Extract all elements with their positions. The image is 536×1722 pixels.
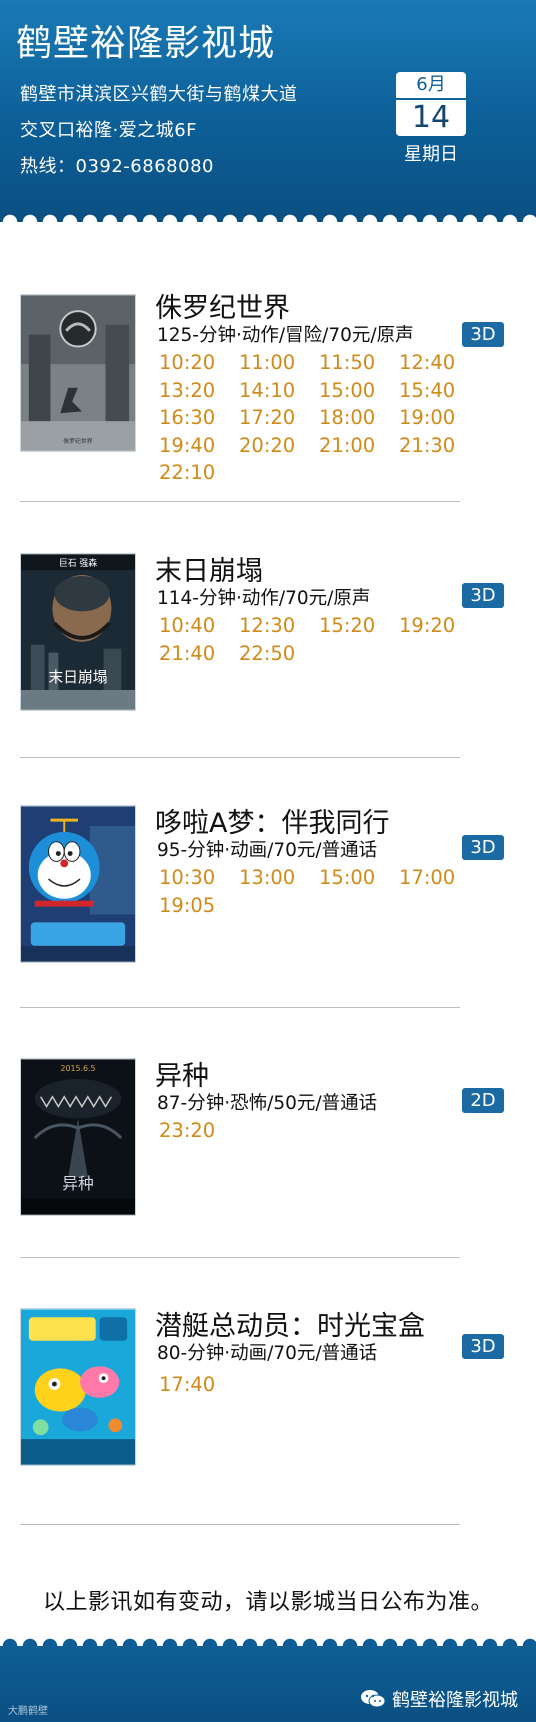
- showtime[interactable]: 11:50: [319, 351, 399, 375]
- header: 鹤壁裕隆影视城 鹤壁市淇滨区兴鹤大街与鹤煤大道 交叉口裕隆·爱之城6F 热线：0…: [0, 0, 536, 222]
- format-badge: 3D: [462, 583, 504, 608]
- movie-title: 哆啦A梦：伴我同行: [155, 808, 390, 839]
- divider: [20, 501, 460, 502]
- showtime[interactable]: 18:00: [319, 406, 399, 430]
- dinosaur-poster-icon: 侏罗纪世界: [20, 294, 136, 452]
- showtime[interactable]: 10:30: [159, 866, 239, 890]
- doraemon-poster-icon: [20, 805, 136, 963]
- showtime[interactable]: 14:10: [239, 379, 319, 403]
- showtime[interactable]: 11:00: [239, 351, 319, 375]
- showtime[interactable]: 10:40: [159, 614, 239, 638]
- showtimes: 10:40 12:30 15:20 19:20 21:40 22:50: [159, 614, 479, 666]
- movie-info: 80-分钟·动画/70元/普通话: [157, 1343, 378, 1364]
- hotline: 热线：0392-6868080: [20, 156, 214, 177]
- divider: [20, 1257, 460, 1258]
- showtime[interactable]: 15:00: [319, 379, 399, 403]
- svg-text:巨石 强森: 巨石 强森: [59, 557, 97, 569]
- showtime[interactable]: 21:00: [319, 434, 399, 458]
- showtime[interactable]: 19:20: [399, 614, 479, 638]
- showtime[interactable]: 13:00: [239, 866, 319, 890]
- movie-title: 潜艇总动员：时光宝盒: [155, 1311, 425, 1342]
- showtime[interactable]: 22:50: [239, 642, 319, 666]
- showtime[interactable]: 19:00: [399, 406, 479, 430]
- movie-info: 87-分钟·恐怖/50元/普通话: [157, 1093, 378, 1114]
- svg-text:2015.6.5: 2015.6.5: [60, 1064, 95, 1073]
- disaster-poster-icon: 巨石 强森 末日崩塌: [20, 553, 136, 711]
- showtime[interactable]: 15:00: [319, 866, 399, 890]
- showtime[interactable]: 21:40: [159, 642, 239, 666]
- movie-title: 末日崩塌: [155, 556, 263, 587]
- showtime[interactable]: 16:30: [159, 406, 239, 430]
- showtime[interactable]: 13:20: [159, 379, 239, 403]
- showtime[interactable]: 15:20: [319, 614, 399, 638]
- movie-title: 异种: [155, 1061, 209, 1092]
- showtime[interactable]: 19:40: [159, 434, 239, 458]
- svg-text:异种: 异种: [62, 1174, 93, 1193]
- showtime[interactable]: 17:40: [159, 1373, 239, 1397]
- date-weekday: 星期日: [404, 144, 458, 165]
- svg-text:侏罗纪世界: 侏罗纪世界: [63, 437, 93, 445]
- showtime[interactable]: 23:20: [159, 1119, 239, 1143]
- movie-info: 125-分钟·动作/冒险/70元/原声: [157, 325, 414, 346]
- showtimes: 10:20 11:00 11:50 12:40 13:20 14:10 15:0…: [159, 351, 479, 485]
- movie-title: 侏罗纪世界: [155, 293, 290, 324]
- address-line-1: 鹤壁市淇滨区兴鹤大街与鹤煤大道: [20, 84, 298, 105]
- showtime[interactable]: 19:05: [159, 894, 239, 918]
- schedule-page: 鹤壁裕隆影视城 鹤壁市淇滨区兴鹤大街与鹤煤大道 交叉口裕隆·爱之城6F 热线：0…: [0, 0, 536, 1722]
- cinema-title: 鹤壁裕隆影视城: [16, 23, 276, 64]
- showtime[interactable]: 12:40: [399, 351, 479, 375]
- showtime[interactable]: 21:30: [399, 434, 479, 458]
- showtime[interactable]: 15:40: [399, 379, 479, 403]
- showtime[interactable]: 17:00: [399, 866, 479, 890]
- movie-info: 114-分钟·动作/70元/原声: [157, 588, 371, 609]
- footer: 鹤壁裕隆影视城 大鹏鹤壁: [0, 1646, 536, 1722]
- format-badge: 3D: [462, 1334, 504, 1359]
- format-badge: 3D: [462, 322, 504, 347]
- footer-brand-label: 鹤壁裕隆影视城: [392, 1690, 518, 1711]
- date-day: 14: [396, 100, 466, 136]
- svg-text:末日崩塌: 末日崩塌: [49, 669, 108, 686]
- divider: [20, 757, 460, 758]
- format-badge: 2D: [462, 1088, 504, 1113]
- horror-poster-icon: 2015.6.5 异种: [20, 1058, 136, 1216]
- movie-info: 95-分钟·动画/70元/普通话: [157, 840, 378, 861]
- divider: [20, 1524, 460, 1525]
- submarine-poster-icon: [20, 1308, 136, 1466]
- showtime[interactable]: 20:20: [239, 434, 319, 458]
- wechat-icon: [361, 1690, 386, 1708]
- showtimes: 17:40: [159, 1373, 479, 1397]
- calendar-date: 6月 14 星期日: [396, 72, 466, 166]
- date-month: 6月: [396, 72, 466, 98]
- schedule-notice: 以上影讯如有变动，请以影城当日公布为准。: [42, 1590, 493, 1615]
- showtime[interactable]: 10:20: [159, 351, 239, 375]
- address-line-2: 交叉口裕隆·爱之城6F: [20, 120, 198, 141]
- showtime[interactable]: 17:20: [239, 406, 319, 430]
- footer-brand: 鹤壁裕隆影视城: [360, 1686, 518, 1712]
- divider: [20, 1007, 460, 1008]
- format-badge: 3D: [462, 835, 504, 860]
- showtimes: 23:20: [159, 1119, 479, 1143]
- showtime[interactable]: 22:10: [159, 461, 239, 485]
- scalloped-edge-top: [0, 212, 536, 232]
- showtimes: 10:30 13:00 15:00 17:00 19:05: [159, 866, 479, 918]
- watermark: 大鹏鹤壁: [8, 1706, 48, 1717]
- showtime[interactable]: 12:30: [239, 614, 319, 638]
